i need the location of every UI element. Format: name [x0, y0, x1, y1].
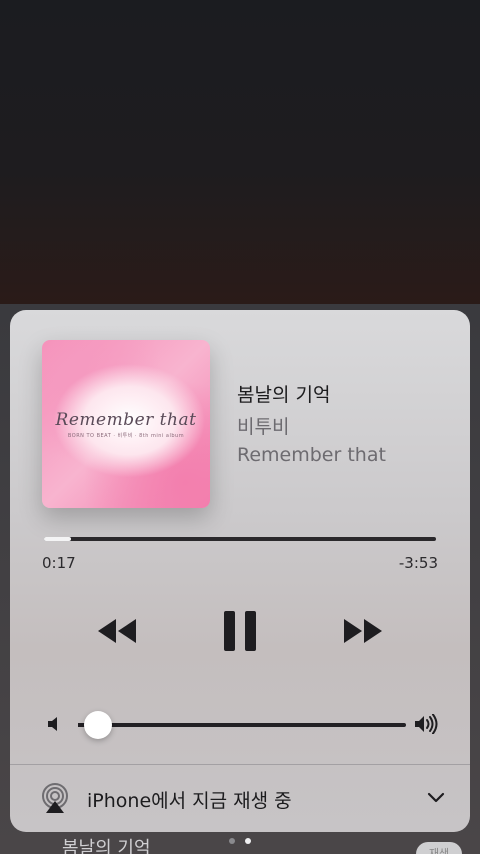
divider: [10, 764, 470, 765]
fast-forward-icon: [344, 619, 382, 643]
page-indicator[interactable]: [0, 838, 480, 848]
track-album[interactable]: Remember that: [237, 444, 386, 466]
output-device-label[interactable]: iPhone에서 지금 재생 중: [87, 786, 292, 813]
pause-button[interactable]: [222, 610, 258, 652]
fast-forward-button[interactable]: [340, 615, 384, 647]
rewind-button[interactable]: [96, 615, 140, 647]
artwork-title: Remember that: [55, 410, 197, 430]
progress-fill: [44, 537, 71, 541]
volume-slider[interactable]: [78, 723, 406, 727]
track-title: 봄날의 기억: [237, 384, 331, 406]
volume-high-icon: [414, 713, 440, 735]
dimmed-background: [0, 0, 480, 310]
progress-scrubber[interactable]: [44, 537, 436, 541]
album-artwork: Remember that BORN TO BEAT · 비투비 · 8th m…: [42, 340, 210, 508]
volume-knob[interactable]: [84, 711, 112, 739]
airplay-icon[interactable]: [40, 783, 70, 813]
now-playing-card: Remember that BORN TO BEAT · 비투비 · 8th m…: [10, 310, 470, 832]
page-dot-active: [245, 838, 251, 844]
volume-low-icon: [46, 716, 62, 732]
remaining-time: -3:53: [398, 554, 438, 572]
rewind-icon: [98, 619, 136, 643]
pause-icon: [224, 611, 256, 651]
track-artist[interactable]: 비투비: [237, 412, 289, 439]
page-dot: [229, 838, 235, 844]
chevron-down-icon[interactable]: [426, 790, 446, 806]
artwork-subtitle: BORN TO BEAT · 비투비 · 8th mini album: [67, 433, 185, 439]
elapsed-time: 0:17: [42, 554, 76, 572]
